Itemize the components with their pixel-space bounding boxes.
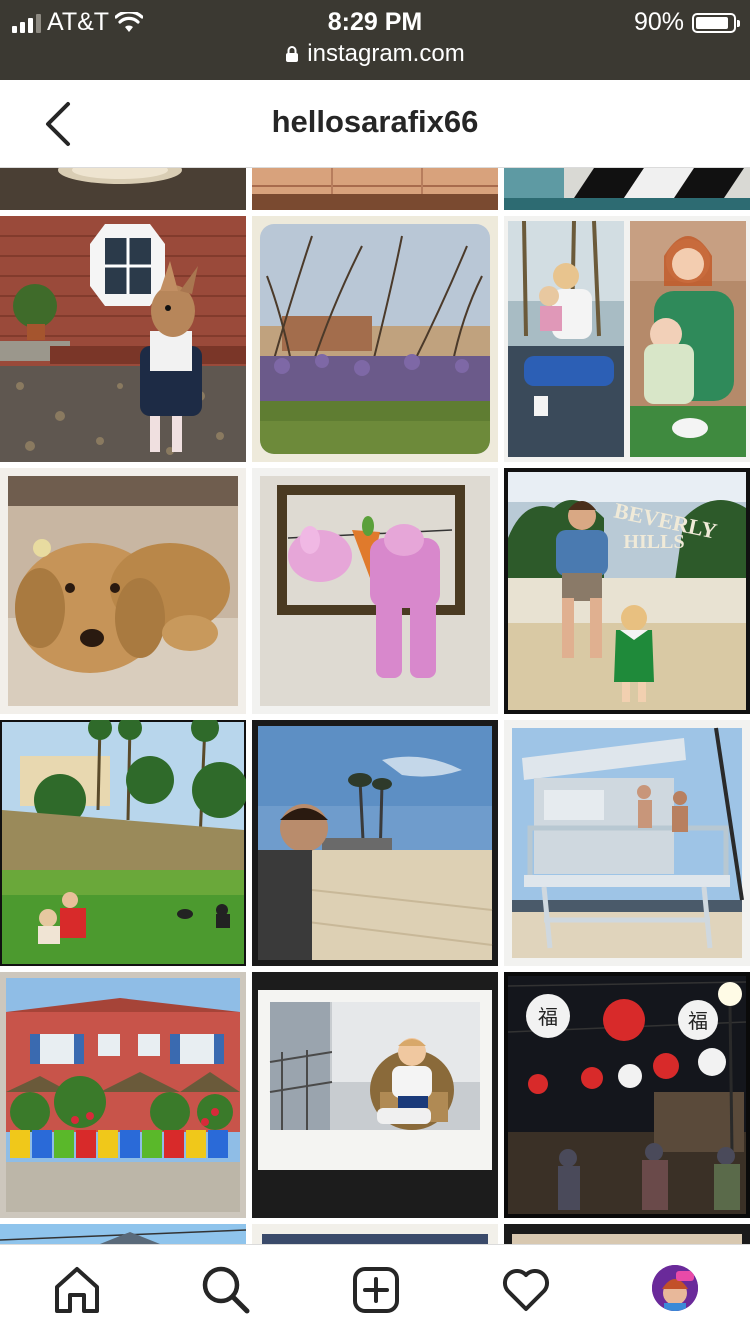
post-image bbox=[252, 720, 498, 966]
heart-icon[interactable] bbox=[499, 1263, 553, 1317]
grid-post[interactable] bbox=[0, 720, 246, 966]
post-image: 福 福 bbox=[504, 972, 750, 1218]
home-icon[interactable] bbox=[50, 1263, 104, 1317]
grid-post[interactable] bbox=[252, 216, 498, 462]
grid-post[interactable] bbox=[252, 468, 498, 714]
post-image bbox=[0, 1224, 246, 1244]
post-image bbox=[504, 720, 750, 966]
grid-post[interactable] bbox=[252, 1224, 498, 1244]
post-image bbox=[0, 972, 246, 1218]
photo-grid: BEVERLY HILLS 福 福 bbox=[0, 168, 750, 1244]
post-image bbox=[0, 720, 246, 966]
battery-icon bbox=[692, 12, 740, 33]
post-image: BEVERLY HILLS bbox=[504, 468, 750, 714]
grid-post[interactable]: 福 福 bbox=[504, 972, 750, 1218]
beverly-hills-sign-line2: HILLS bbox=[623, 531, 684, 553]
battery-percent: 90% bbox=[633, 8, 684, 36]
url-bar[interactable]: instagram.com bbox=[0, 40, 750, 68]
grid-post[interactable]: BEVERLY HILLS bbox=[504, 468, 750, 714]
grid-post[interactable] bbox=[0, 168, 246, 210]
lock-icon bbox=[286, 46, 299, 62]
lantern-character: 福 bbox=[688, 1009, 708, 1033]
grid-post[interactable] bbox=[504, 1224, 750, 1244]
grid-post[interactable] bbox=[0, 1224, 246, 1244]
grid-post[interactable] bbox=[504, 168, 750, 210]
post-image bbox=[252, 972, 498, 1218]
grid-post[interactable] bbox=[252, 168, 498, 210]
bottom-nav bbox=[0, 1244, 750, 1334]
grid-post[interactable] bbox=[504, 216, 750, 462]
post-image bbox=[0, 468, 246, 714]
status-bar: AT&T 8:29 PM 90% instagram.com bbox=[0, 0, 750, 80]
lantern-character: 福 bbox=[538, 1005, 558, 1029]
post-image bbox=[504, 216, 750, 462]
profile-avatar[interactable] bbox=[652, 1265, 698, 1311]
post-image bbox=[504, 1224, 750, 1244]
battery-group: 90% bbox=[633, 8, 740, 37]
post-image bbox=[252, 216, 498, 462]
add-post-icon[interactable] bbox=[349, 1263, 403, 1317]
post-image bbox=[504, 168, 750, 210]
post-image bbox=[252, 168, 498, 210]
page-title: hellosarafix66 bbox=[271, 104, 479, 139]
search-icon[interactable] bbox=[198, 1263, 252, 1317]
app-header: hellosarafix66 bbox=[0, 80, 750, 168]
post-image bbox=[252, 1224, 498, 1244]
grid-post[interactable] bbox=[252, 720, 498, 966]
post-image bbox=[252, 468, 498, 714]
grid-post[interactable] bbox=[504, 720, 750, 966]
url-text: instagram.com bbox=[307, 40, 465, 67]
grid-post[interactable] bbox=[0, 216, 246, 462]
avatar-image bbox=[652, 1265, 698, 1311]
grid-post[interactable] bbox=[0, 972, 246, 1218]
post-image bbox=[0, 168, 246, 210]
post-image bbox=[0, 216, 246, 462]
grid-post[interactable] bbox=[0, 468, 246, 714]
grid-post[interactable] bbox=[252, 972, 498, 1218]
